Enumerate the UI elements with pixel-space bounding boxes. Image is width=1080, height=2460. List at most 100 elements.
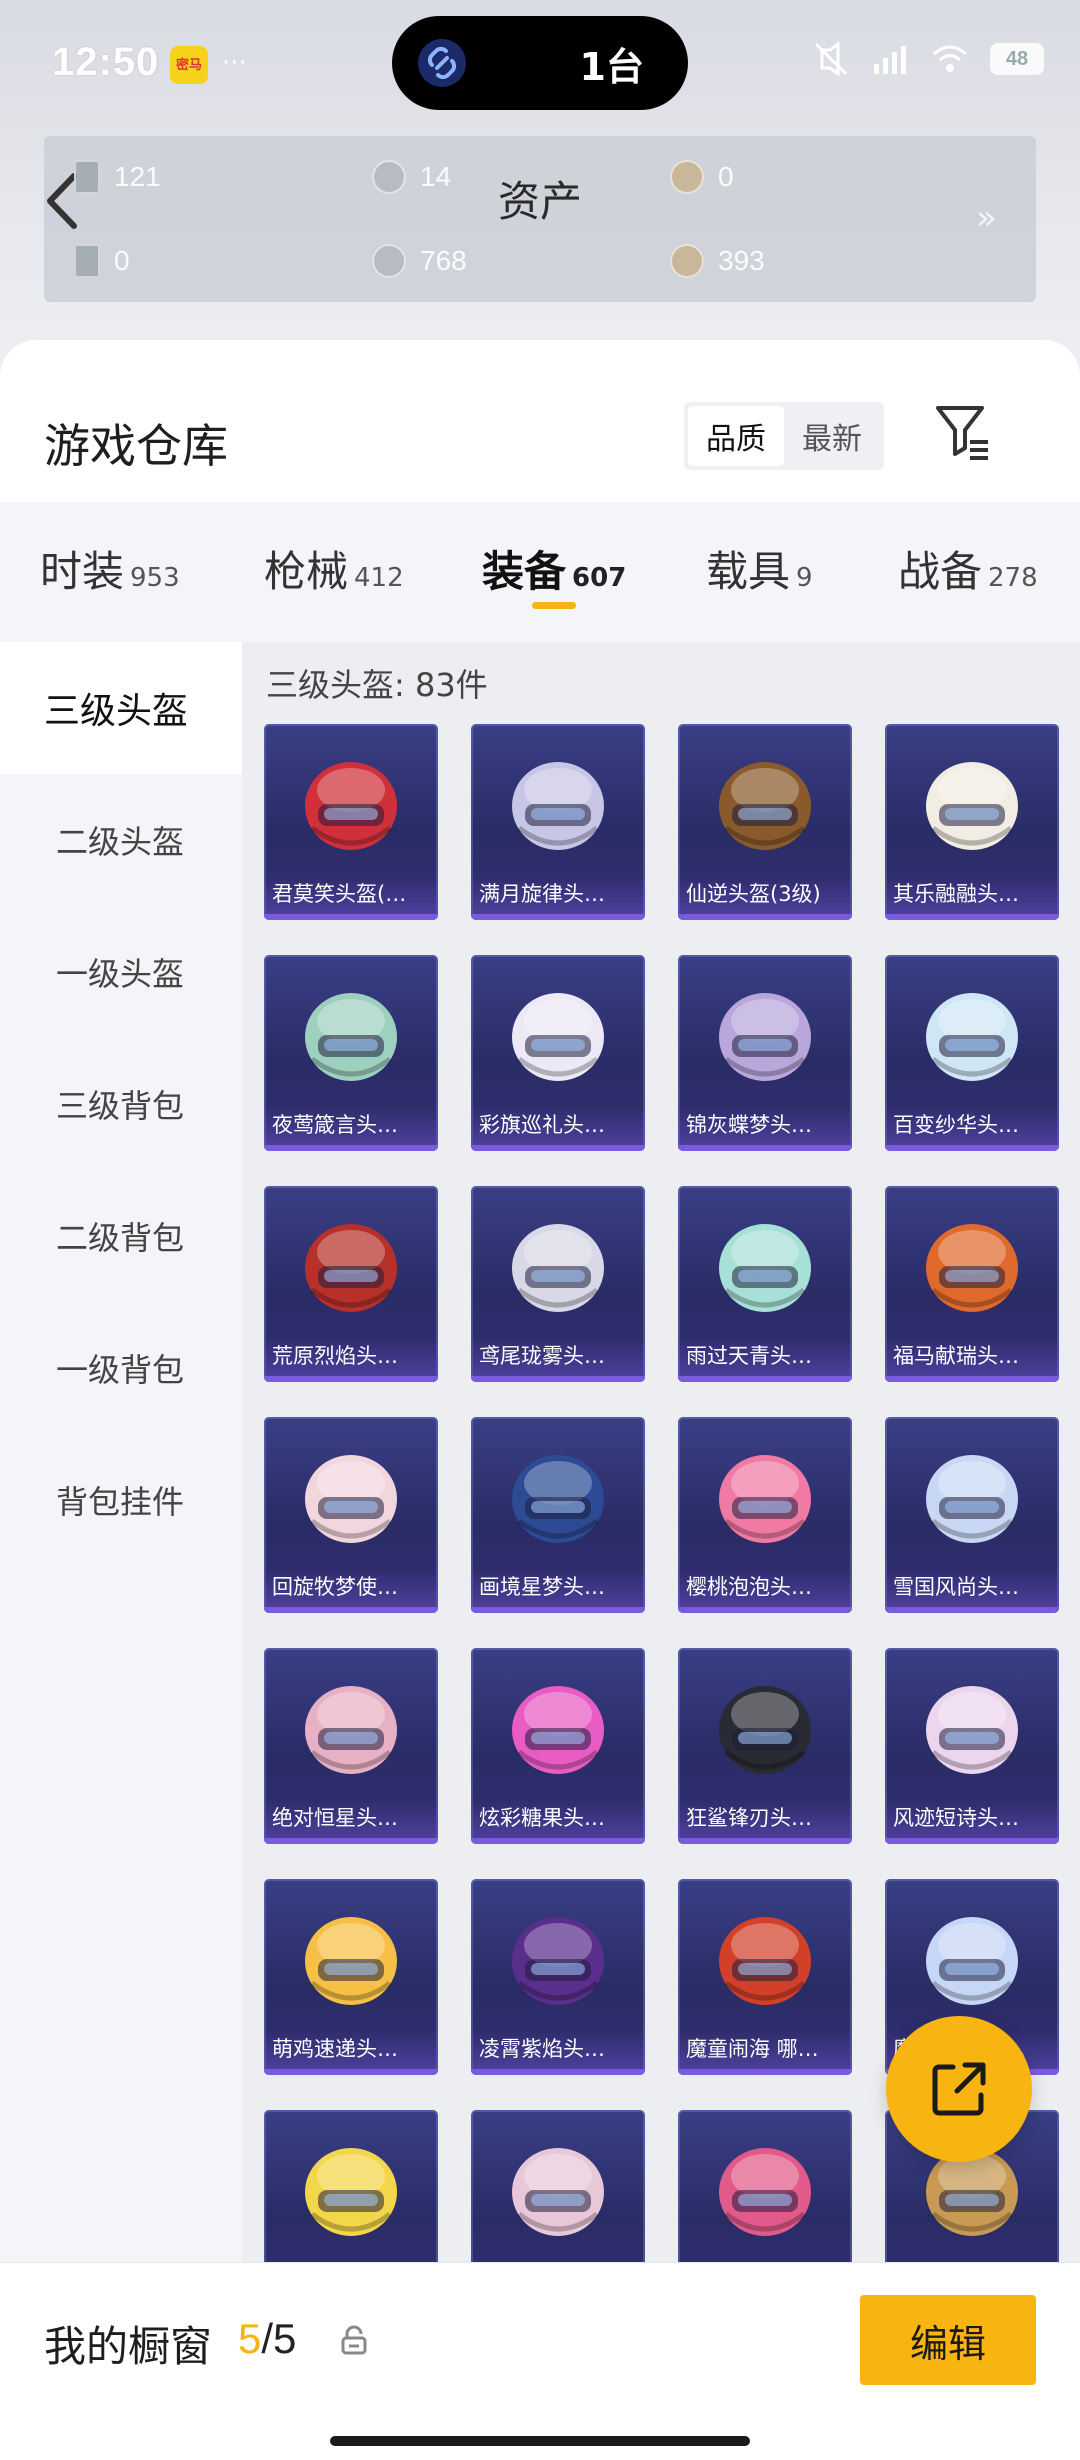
- item-name: 夜莺箴言头…: [272, 1113, 398, 1137]
- helmet-icon: [512, 1224, 604, 1312]
- helmet-icon: [305, 1686, 397, 1774]
- helmet-icon: [512, 762, 604, 850]
- helmet-icon: [926, 1455, 1018, 1543]
- subcategory-item[interactable]: 二级头盔: [0, 774, 242, 906]
- category-tabs: 时装 953 枪械 412 装备 607 载具 9 战备 278: [0, 502, 1080, 642]
- item-tile[interactable]: 满月旋律头…: [471, 724, 645, 920]
- tile-rarity-band: [471, 1145, 645, 1151]
- helmet-icon: [926, 1224, 1018, 1312]
- item-tile[interactable]: 君莫笑头盔(…: [264, 724, 438, 920]
- subcategory-item[interactable]: 一级背包: [0, 1302, 242, 1434]
- item-name: 福马献瑞头…: [893, 1344, 1019, 1368]
- dynamic-island[interactable]: 1台: [392, 16, 688, 110]
- tile-rarity-band: [264, 1838, 438, 1844]
- card-icon: [74, 244, 100, 278]
- item-tile[interactable]: 凌霄紫焰头…: [471, 1879, 645, 2075]
- item-tile[interactable]: 萌鸡速递头…: [264, 1879, 438, 2075]
- item-name: 百变纱华头…: [893, 1113, 1019, 1137]
- subcategory-item[interactable]: 三级背包: [0, 1038, 242, 1170]
- asset-item: 14: [372, 160, 451, 194]
- item-tile[interactable]: 福马献瑞头…: [885, 1186, 1059, 1382]
- tile-rarity-band: [678, 2069, 852, 2075]
- tile-rarity-band: [471, 1838, 645, 1844]
- item-tile[interactable]: 鸢尾珑雾头…: [471, 1186, 645, 1382]
- item-name: 其乐融融头…: [893, 882, 1019, 906]
- helmet-icon: [926, 993, 1018, 1081]
- subcategory-item[interactable]: 背包挂件: [0, 1434, 242, 1566]
- item-tile[interactable]: 绝对恒星头…: [264, 1648, 438, 1844]
- item-tile[interactable]: 魔童闹海 哪…: [678, 1879, 852, 2075]
- item-name: 风迹短诗头…: [893, 1806, 1019, 1830]
- asset-more-icon[interactable]: »: [976, 198, 997, 238]
- tab-equipment[interactable]: 装备 607: [482, 538, 626, 599]
- tile-rarity-band: [678, 1607, 852, 1613]
- item-name: 满月旋律头…: [479, 882, 605, 906]
- item-tile[interactable]: 仙逆头盔(3级): [678, 724, 852, 920]
- subcategory-list: 三级头盔 二级头盔 一级头盔 三级背包 二级背包 一级背包 背包挂件: [0, 642, 242, 2460]
- helmet-icon: [512, 993, 604, 1081]
- item-tile[interactable]: 樱桃泡泡头…: [678, 1417, 852, 1613]
- subcategory-item[interactable]: 二级背包: [0, 1170, 242, 1302]
- wifi-icon: [933, 45, 967, 72]
- link-icon: [418, 39, 466, 87]
- tab-weapons[interactable]: 枪械 412: [264, 538, 404, 599]
- item-name: 仙逆头盔(3级): [686, 882, 821, 906]
- item-tile[interactable]: 狂鲨锋刃头…: [678, 1648, 852, 1844]
- item-tile[interactable]: 百变纱华头…: [885, 955, 1059, 1151]
- tile-rarity-band: [885, 914, 1059, 920]
- item-count: 三级头盔: 83件: [266, 666, 488, 704]
- helmet-icon: [926, 1917, 1018, 2005]
- tile-rarity-band: [264, 2069, 438, 2075]
- asset-item: 0: [670, 160, 734, 194]
- helmet-icon: [719, 1917, 811, 2005]
- status-bar: 12:50 密马 ··· 1台 48: [0, 0, 1080, 130]
- status-dots: ···: [222, 48, 247, 78]
- tile-rarity-band: [678, 1838, 852, 1844]
- tile-rarity-band: [678, 1376, 852, 1382]
- subcategory-item[interactable]: 三级头盔: [0, 642, 242, 774]
- tile-rarity-band: [885, 1145, 1059, 1151]
- helmet-icon: [305, 762, 397, 850]
- tile-rarity-band: [264, 1607, 438, 1613]
- item-tile[interactable]: 彩旗巡礼头…: [471, 955, 645, 1151]
- tab-fashion[interactable]: 时装 953: [40, 538, 180, 599]
- item-name: 炫彩糖果头…: [479, 1806, 605, 1830]
- item-tile[interactable]: 炫彩糖果头…: [471, 1648, 645, 1844]
- item-tile[interactable]: 雨过天青头…: [678, 1186, 852, 1382]
- tile-rarity-band: [264, 1376, 438, 1382]
- helmet-icon: [719, 1455, 811, 1543]
- edit-button[interactable]: 编辑: [860, 2295, 1036, 2385]
- item-name: 彩旗巡礼头…: [479, 1113, 605, 1137]
- item-tile[interactable]: 画境星梦头…: [471, 1417, 645, 1613]
- home-indicator[interactable]: [330, 2436, 750, 2446]
- item-tile[interactable]: 夜莺箴言头…: [264, 955, 438, 1151]
- sort-toggle: 品质 最新: [684, 402, 884, 470]
- helmet-icon: [719, 1686, 811, 1774]
- share-button[interactable]: [886, 2016, 1032, 2162]
- item-tile[interactable]: 回旋牧梦使…: [264, 1417, 438, 1613]
- sort-quality[interactable]: 品质: [688, 406, 784, 466]
- coin-icon: [372, 160, 406, 194]
- coin-icon: [372, 244, 406, 278]
- helmet-icon: [305, 1224, 397, 1312]
- filter-icon[interactable]: [932, 402, 992, 464]
- item-name: 锦灰蝶梦头…: [686, 1113, 812, 1137]
- subcategory-item[interactable]: 一级头盔: [0, 906, 242, 1038]
- item-tile[interactable]: 雪国风尚头…: [885, 1417, 1059, 1613]
- status-icons: 48: [810, 42, 1044, 76]
- helmet-icon: [305, 1917, 397, 2005]
- tile-rarity-band: [678, 1145, 852, 1151]
- tile-rarity-band: [471, 1376, 645, 1382]
- page-title: 游戏仓库: [44, 419, 228, 473]
- helmet-icon: [512, 2148, 604, 2236]
- tab-vehicles[interactable]: 载具 9: [706, 538, 813, 599]
- item-tile[interactable]: 锦灰蝶梦头…: [678, 955, 852, 1151]
- item-tile[interactable]: 其乐融融头…: [885, 724, 1059, 920]
- item-tile[interactable]: 荒原烈焰头…: [264, 1186, 438, 1382]
- tile-rarity-band: [471, 2069, 645, 2075]
- asset-title: 资产: [497, 177, 582, 226]
- sort-latest[interactable]: 最新: [784, 406, 880, 466]
- helmet-icon: [926, 1686, 1018, 1774]
- tab-supplies[interactable]: 战备 278: [898, 538, 1038, 599]
- item-tile[interactable]: 风迹短诗头…: [885, 1648, 1059, 1844]
